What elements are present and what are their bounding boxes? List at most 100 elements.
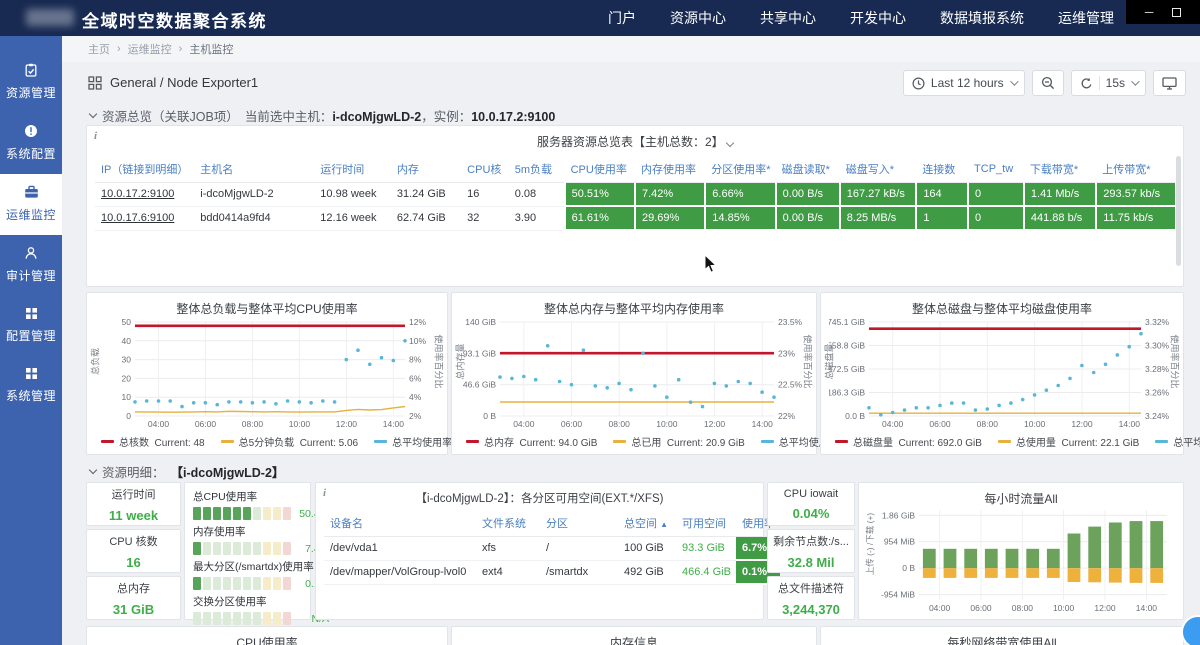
stat-value: 16	[126, 555, 140, 570]
column-header[interactable]: 上传带宽*	[1096, 156, 1175, 183]
hourly-traffic-chart[interactable]: 1.86 GiB954 MiB0 B-954 MiB04:0006:0008:0…	[873, 505, 1173, 613]
sidebar-item-运维监控[interactable]: 运维监控	[0, 174, 62, 235]
table-cell: 16	[461, 183, 509, 207]
svg-text:745.1 GiB: 745.1 GiB	[829, 317, 865, 327]
legend-item[interactable]: 总已用 Current: 20.9 GiB	[613, 434, 744, 449]
column-header[interactable]: 内存	[391, 156, 461, 183]
chart-title[interactable]: 整体总磁盘与整体平均磁盘使用率	[821, 293, 1183, 317]
top-menu-item[interactable]: 数据填报系统	[940, 8, 1024, 28]
sidebar-item-配置管理[interactable]: 配置管理	[0, 296, 62, 356]
gauge-bar	[193, 542, 291, 555]
column-header[interactable]: IP（链接到明细）	[95, 156, 194, 183]
disk-chart[interactable]: 0.0 B186.3 GiB372.5 GiB558.8 GiB745.1 Gi…	[829, 317, 1177, 429]
server-table: IP（链接到明细）主机名运行时间内存CPU核5m负载CPU使用率内存使用率分区使…	[95, 156, 1175, 231]
column-header[interactable]: CPU使用率	[565, 156, 635, 183]
column-header[interactable]: 5m负载	[509, 156, 565, 183]
table-cell: 10.0.17.2:9100	[95, 183, 194, 207]
sidebar-item-label: 系统配置	[6, 145, 56, 162]
column-header[interactable]: 设备名	[324, 510, 476, 537]
detail-host: 【i-dcoMjgwLD-2】	[171, 462, 285, 481]
stat-panel-total-mem: 总内存 31 GiB	[86, 576, 181, 620]
display-button[interactable]	[1153, 70, 1186, 96]
server-table-title[interactable]: 服务器资源总览表【主机总数：2】	[87, 126, 1183, 150]
memory-chart[interactable]: 0 B46.6 GiB93.1 GiB140 GiB22%22.5%23%23.…	[460, 317, 810, 429]
table-cell: /dev/mapper/VolGroup-lvol0	[324, 560, 476, 584]
breadcrumb-separator: ›	[179, 43, 183, 55]
legend-item[interactable]: 总平均使用率 Current: 3.3%	[1155, 434, 1200, 449]
section-overview-header[interactable]: 资源总览（关联JOB项） 当前选中主机：i-dcoMjgwLD-2，实例：10.…	[90, 106, 555, 125]
legend-item[interactable]: 总核数 Current: 48	[101, 434, 205, 449]
column-header[interactable]: 总空间 ▲	[618, 510, 676, 537]
column-header[interactable]: 磁盘写入*	[840, 156, 917, 183]
panel-title[interactable]: 内存信息	[452, 627, 816, 645]
table-cell: 0.00 B/s	[776, 183, 840, 207]
column-header[interactable]: 运行时间	[314, 156, 391, 183]
breadcrumb-ops[interactable]: 运维监控	[128, 41, 172, 57]
legend-item[interactable]: 总内存 Current: 94.0 GiB	[466, 434, 597, 449]
column-header[interactable]: CPU核	[461, 156, 509, 183]
column-header[interactable]: 分区	[540, 510, 618, 537]
top-navbar: 全域时空数据聚合系统 门户资源中心共享中心开发中心数据填报系统运维管理	[0, 0, 1200, 36]
top-menu-item[interactable]: 运维管理	[1058, 8, 1114, 28]
host-detail-link[interactable]: 10.0.17.2:9100	[101, 188, 174, 200]
sidebar-item-资源管理[interactable]: 资源管理	[0, 52, 62, 113]
table-cell: 62.74 GiB	[391, 206, 461, 230]
top-menu-item[interactable]: 开发中心	[850, 8, 906, 28]
svg-text:93.1 GiB: 93.1 GiB	[463, 348, 496, 358]
legend-item[interactable]: 总5分钟负载 Current: 5.06	[221, 434, 358, 449]
column-header[interactable]: 下载带宽*	[1024, 156, 1096, 183]
gauge-panel: 总CPU使用率50.4%内存使用率7.4%最大分区(/smartdx)使用率0.…	[184, 482, 311, 620]
host-detail-link[interactable]: 10.0.17.6:9100	[101, 212, 174, 224]
dashboard-title-row: General / Node Exporter1	[88, 75, 258, 90]
panel-info-icon[interactable]: i	[323, 487, 326, 499]
panel-title[interactable]: 每秒网络带宽使用All	[821, 627, 1183, 645]
top-menu-item[interactable]: 共享中心	[760, 8, 816, 28]
chevron-down-icon	[1131, 77, 1139, 85]
chart-title[interactable]: 每小时流量All	[859, 483, 1183, 507]
column-header[interactable]: 连接数	[916, 156, 968, 183]
column-header[interactable]: 内存使用率	[635, 156, 705, 183]
refresh-group[interactable]: 15s	[1071, 70, 1146, 96]
column-header[interactable]: TCP_tw	[968, 156, 1024, 183]
legend-item[interactable]: 总磁盘量 Current: 692.0 GiB	[835, 434, 982, 449]
restore-icon[interactable]	[1172, 8, 1181, 17]
sidebar-item-label: 系统管理	[6, 387, 56, 404]
partition-table-title[interactable]: 【i-dcoMjgwLD-2】：各分区可用空间(EXT.*/XFS)	[316, 483, 763, 506]
column-header[interactable]: 磁盘读取*	[776, 156, 840, 183]
svg-text:0 B: 0 B	[902, 563, 915, 573]
breadcrumb-home[interactable]: 主页	[88, 41, 110, 57]
sidebar-item-系统配置[interactable]: 系统配置	[0, 113, 62, 174]
svg-text:372.5 GiB: 372.5 GiB	[829, 364, 865, 374]
time-range-picker[interactable]: Last 12 hours	[903, 70, 1025, 96]
minimize-icon[interactable]: ─	[1145, 6, 1154, 18]
gauge-bar	[193, 577, 291, 590]
panel-title[interactable]: CPU使用率	[87, 627, 447, 645]
column-header[interactable]: 文件系统	[476, 510, 540, 537]
floating-action-button[interactable]	[1181, 615, 1200, 645]
top-menu-item[interactable]: 门户	[608, 8, 636, 28]
sidebar-item-label: 配置管理	[6, 327, 56, 344]
sidebar: 资源管理系统配置运维监控审计管理配置管理系统管理	[0, 36, 62, 645]
svg-text:20: 20	[122, 373, 132, 383]
chart-title[interactable]: 整体总负载与整体平均CPU使用率	[87, 293, 447, 317]
svg-text:186.3 GiB: 186.3 GiB	[829, 387, 865, 397]
chevron-down-icon	[1010, 77, 1018, 85]
column-header[interactable]: 可用空间	[676, 510, 736, 537]
svg-text:23%: 23%	[778, 348, 795, 358]
chart-title[interactable]: 整体总内存与整体平均内存使用率	[452, 293, 816, 317]
sidebar-item-审计管理[interactable]: 审计管理	[0, 235, 62, 296]
zoom-out-icon	[1041, 76, 1055, 90]
svg-text:06:00: 06:00	[561, 419, 583, 429]
top-menu-item[interactable]: 资源中心	[670, 8, 726, 28]
column-header[interactable]: 主机名	[194, 156, 314, 183]
panel-info-icon[interactable]: i	[94, 130, 97, 142]
load-cpu-chart[interactable]: 010203040502%4%6%8%10%12%04:0006:0008:00…	[95, 317, 441, 429]
legend-item[interactable]: 总使用量 Current: 22.1 GiB	[998, 434, 1139, 449]
table-cell: 1.41 Mb/s	[1024, 183, 1096, 207]
zoom-out-button[interactable]	[1032, 70, 1064, 96]
svg-text:10:00: 10:00	[656, 419, 678, 429]
column-header[interactable]: 分区使用率*	[705, 156, 775, 183]
section-detail-header[interactable]: 资源明细： 【i-dcoMjgwLD-2】	[90, 462, 284, 481]
table-scrollbar[interactable]	[1176, 156, 1181, 266]
sidebar-item-系统管理[interactable]: 系统管理	[0, 356, 62, 416]
